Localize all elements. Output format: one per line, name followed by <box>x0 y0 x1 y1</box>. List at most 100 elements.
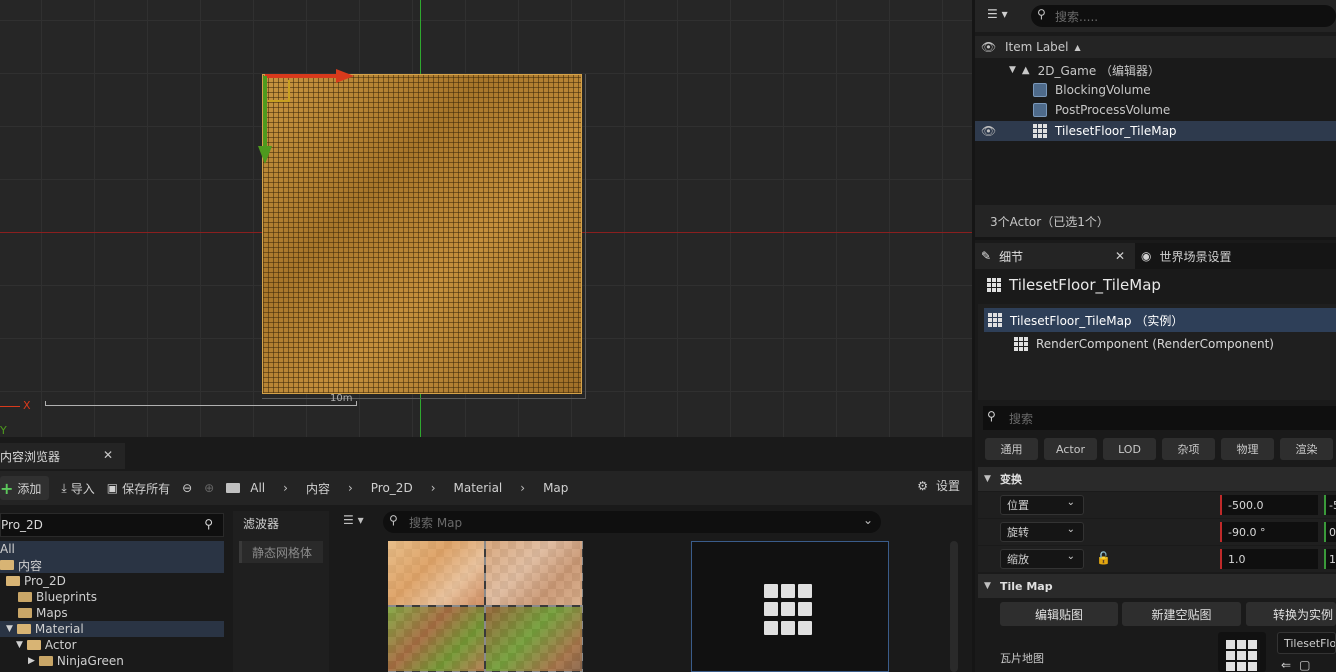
tab-details[interactable]: ✎ 细节 ✕ <box>975 243 1135 269</box>
scale-y-field[interactable]: 1. <box>1324 549 1336 569</box>
back-button[interactable]: ⊖ <box>176 476 198 500</box>
gizmo-x-arrow[interactable] <box>265 74 345 78</box>
breadcrumb-separator-icon[interactable]: › <box>348 481 353 495</box>
outliner-row-level[interactable]: ▼ ▲ 2D_Game （编辑器） <box>975 60 1336 80</box>
chevron-down-icon[interactable]: ▼ <box>1009 65 1016 75</box>
gizmo-plane-handle[interactable] <box>268 80 290 102</box>
close-icon[interactable]: ✕ <box>103 448 113 462</box>
rotation-y-field[interactable]: 0. <box>1324 522 1336 542</box>
asset-view-scrollbar[interactable] <box>950 541 958 672</box>
filter-chip-physics[interactable]: 物理 <box>1221 438 1274 460</box>
tile-map-thumbnail[interactable] <box>1218 632 1266 672</box>
search-icon: ⚲ <box>204 517 213 531</box>
filter-chip-static-mesh[interactable]: 静态网格体 <box>239 541 323 563</box>
search-icon: ⚲ <box>389 513 398 527</box>
outliner-footer-count: 3个Actor（已选1个） <box>975 205 1336 237</box>
settings-button[interactable]: ⚙ 设置 <box>917 477 960 494</box>
tree-item-pro2d[interactable]: Pro_2D <box>0 573 224 589</box>
location-x-field[interactable]: -500.0 <box>1220 495 1318 515</box>
search-icon: ⚲ <box>987 409 996 423</box>
outliner-search-input[interactable]: ⚲ 搜索..... <box>1031 5 1336 27</box>
breadcrumb-map[interactable]: Map <box>543 481 568 495</box>
folder-search-input[interactable]: Pro_2D ⚲ <box>0 513 224 537</box>
rotation-dropdown[interactable]: 旋转 ⌄ <box>1000 522 1084 542</box>
sort-ascending-icon: ▲ <box>1074 42 1081 52</box>
breadcrumb-all[interactable]: All <box>250 481 265 495</box>
new-empty-tilemap-button[interactable]: 新建空贴图 <box>1122 602 1241 626</box>
details-search-input[interactable]: ⚲ 搜索 <box>983 406 1336 430</box>
asset-search-input[interactable]: ⚲ 搜索 Map ⌄ <box>383 511 881 533</box>
forward-arrow-icon: ⊕ <box>204 481 215 495</box>
scale-x-field[interactable]: 1.0 <box>1220 549 1318 569</box>
tab-content-browser[interactable]: 内容浏览器 ✕ <box>0 443 125 469</box>
lock-icon[interactable]: 🔓 <box>1096 551 1111 565</box>
eye-icon[interactable]: 👁 <box>981 124 996 138</box>
outliner-row-tilesetfloor[interactable]: 👁 TilesetFloor_TileMap <box>975 121 1336 141</box>
gizmo-x-arrow-head[interactable] <box>336 69 354 83</box>
plus-icon: + <box>0 478 14 498</box>
tree-item-ninjagreen[interactable]: ▶ NinjaGreen <box>0 653 224 669</box>
section-tile-map[interactable]: ▼ Tile Map <box>978 574 1336 598</box>
filter-icon[interactable]: ☰ ▾ <box>343 513 364 527</box>
chevron-down-icon[interactable]: ⌄ <box>863 513 873 527</box>
item-label-column-header[interactable]: Item Label <box>1005 40 1069 54</box>
breadcrumb-pro2d[interactable]: Pro_2D <box>371 481 413 495</box>
eye-icon[interactable]: 👁 <box>981 40 996 54</box>
browse-folder-icon[interactable]: ▢ <box>1299 658 1310 672</box>
add-button[interactable]: + 添加 <box>0 476 50 500</box>
breadcrumb-separator-icon[interactable]: › <box>520 481 525 495</box>
asset-thumbnail-tileset-texture[interactable] <box>388 541 583 672</box>
location-dropdown[interactable]: 位置 ⌄ <box>1000 495 1084 515</box>
save-all-button[interactable]: ▣ 保存所有 <box>101 476 176 500</box>
tree-item-blueprints[interactable]: Blueprints <box>0 589 224 605</box>
import-button[interactable]: ⤓ 导入 <box>55 476 100 500</box>
component-list: TilesetFloor_TileMap （实例） RenderComponen… <box>978 304 1336 400</box>
filter-icon[interactable]: ☰ ▾ <box>987 7 1008 21</box>
filter-chip-actor[interactable]: Actor <box>1044 438 1097 460</box>
component-row-instance[interactable]: TilesetFloor_TileMap （实例） <box>984 308 1336 332</box>
tree-item-all[interactable]: All <box>0 541 224 557</box>
axis-indicator-x <box>0 406 20 407</box>
outliner-header[interactable]: 👁 Item Label ▲ <box>975 36 1336 58</box>
filter-chip-rendering[interactable]: 渲染 <box>1280 438 1333 460</box>
location-y-field[interactable]: -5 <box>1324 495 1336 515</box>
scale-dropdown[interactable]: 缩放 ⌄ <box>1000 549 1084 569</box>
outliner-row-postprocessvolume[interactable]: PostProcessVolume <box>975 100 1336 120</box>
outliner-row-blockingvolume[interactable]: BlockingVolume <box>975 80 1336 100</box>
breadcrumb-content[interactable]: 内容 <box>306 480 330 497</box>
tab-world-settings[interactable]: ◉ 世界场景设置 <box>1141 243 1232 269</box>
use-selected-arrow-icon[interactable]: ⇐ <box>1281 658 1291 672</box>
globe-icon: ◉ <box>1141 249 1152 263</box>
filter-chip-general[interactable]: 通用 <box>985 438 1038 460</box>
rotation-x-field[interactable]: -90.0 ° <box>1220 522 1318 542</box>
breadcrumb-separator-icon[interactable]: › <box>283 481 288 495</box>
level-viewport[interactable]: 10m X Y <box>0 0 972 437</box>
breadcrumb-separator-icon[interactable]: › <box>431 481 436 495</box>
breadcrumb-material[interactable]: Material <box>454 481 503 495</box>
tile-map-label: 瓦片地图 <box>1000 652 1044 665</box>
convert-to-instance-button[interactable]: 转换为实例 <box>1246 602 1336 626</box>
edit-tilemap-button[interactable]: 编辑贴图 <box>1000 602 1118 626</box>
component-row-render[interactable]: RenderComponent (RenderComponent) <box>984 332 1336 356</box>
tree-item-actor[interactable]: ▼ Actor <box>0 637 224 653</box>
filter-chip-lod[interactable]: LOD <box>1103 438 1156 460</box>
tile-map-asset-picker[interactable]: TilesetFloor <box>1277 632 1336 654</box>
gear-icon: ⚙ <box>917 478 928 493</box>
tree-item-material[interactable]: ▼ Material <box>0 621 224 637</box>
chevron-down-icon: ▼ <box>16 640 23 650</box>
asset-thumbnail-tilemap[interactable] <box>691 541 889 672</box>
filter-chip-misc[interactable]: 杂项 <box>1162 438 1215 460</box>
tree-item-content[interactable]: 内容 <box>0 557 224 573</box>
gizmo-y-arrow[interactable] <box>263 76 267 156</box>
scale-ruler <box>45 405 357 406</box>
forward-button[interactable]: ⊕ <box>198 476 220 500</box>
folder-icon <box>6 576 20 586</box>
import-button-label: 导入 <box>70 481 95 496</box>
close-icon[interactable]: ✕ <box>1115 249 1125 263</box>
gizmo-y-arrow-head[interactable] <box>258 146 272 164</box>
section-transform[interactable]: ▼ 变换 <box>978 467 1336 491</box>
world-outliner: ☰ ▾ ⚲ 搜索..... 👁 Item Label ▲ ▼ ▲ 2D_Game… <box>975 0 1336 237</box>
tree-item-maps[interactable]: Maps <box>0 605 224 621</box>
chevron-down-icon: ▼ <box>984 581 991 591</box>
folder-tree: Pro_2D ⚲ All 内容 Pro_2D Blueprints Maps ▼… <box>0 511 228 672</box>
